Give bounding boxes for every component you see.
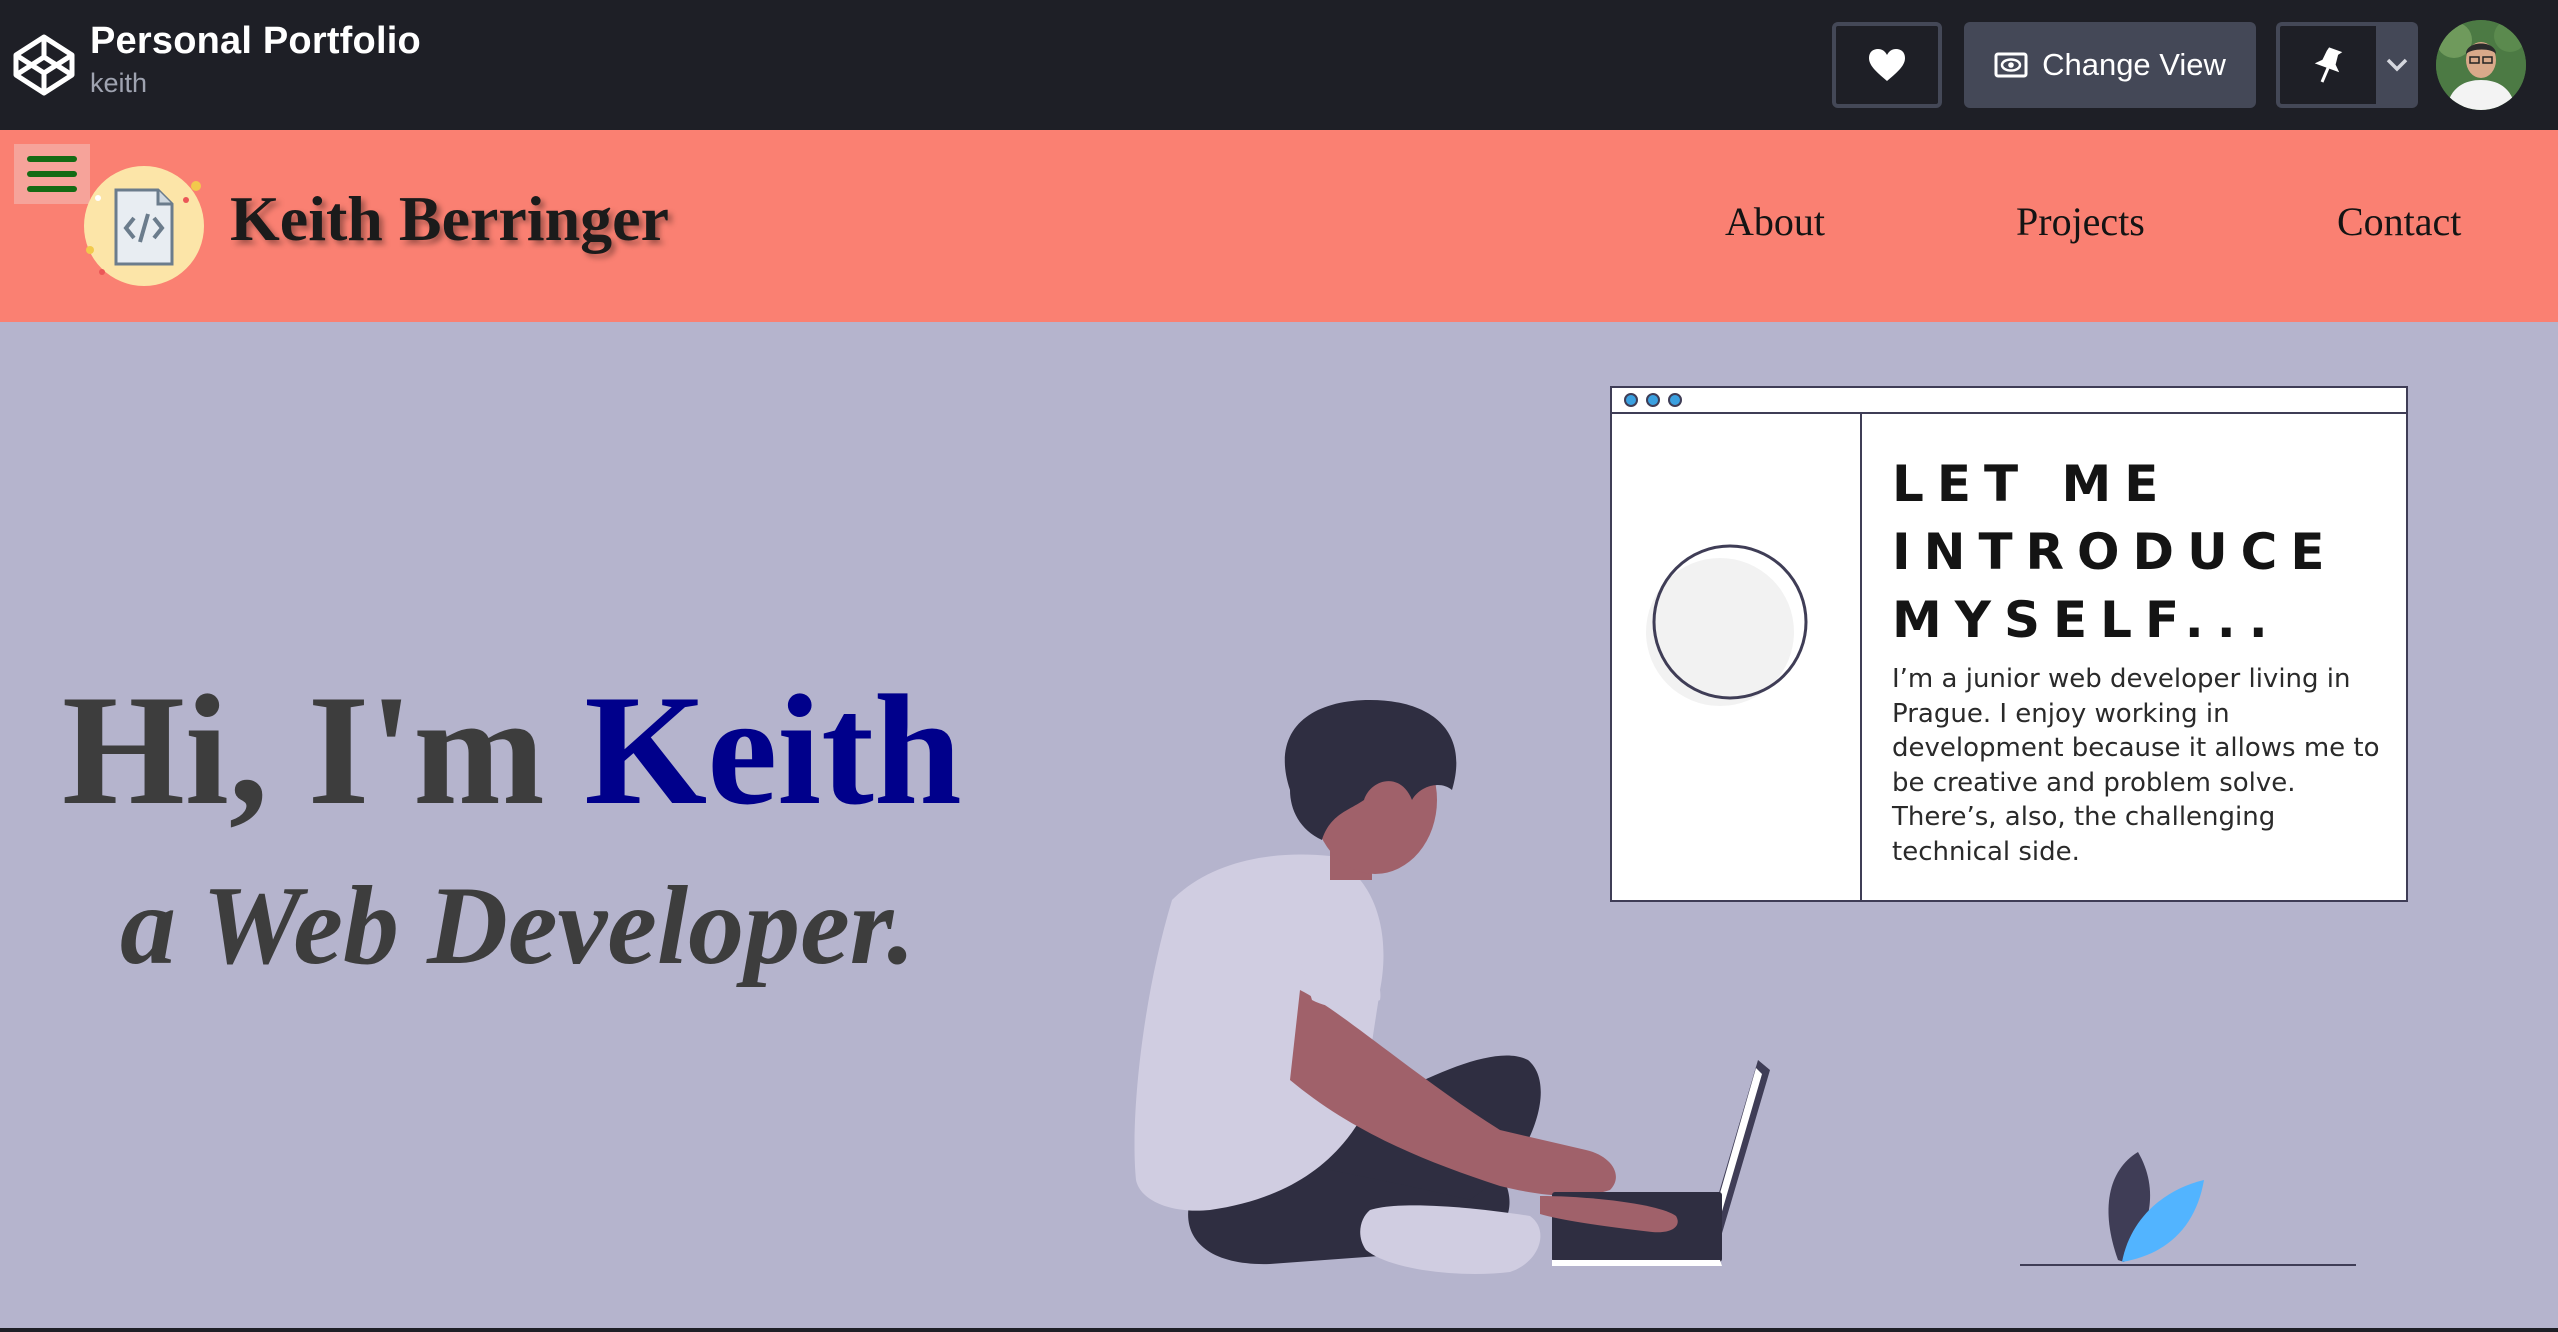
nav-about[interactable]: About [1725, 198, 1825, 245]
card-heading: LET ME INTRODUCE MYSELF... [1892, 455, 2338, 649]
eye-icon [1994, 52, 2028, 78]
window-dot-icon [1646, 393, 1660, 407]
hero-name: Keith [584, 663, 962, 838]
intro-card: LET ME INTRODUCE MYSELF... I’m a junior … [1610, 386, 2408, 902]
hero-subtitle: a Web Developer. [120, 864, 916, 988]
window-dot-icon [1624, 393, 1638, 407]
change-view-button[interactable]: Change View [1964, 22, 2256, 108]
card-divider [1860, 414, 1862, 902]
pen-author[interactable]: keith [90, 68, 147, 99]
code-file-logo-icon[interactable] [72, 154, 212, 290]
avatar-photo [2436, 20, 2526, 110]
bottom-edge [0, 1328, 2558, 1332]
pin-button[interactable] [2276, 22, 2376, 108]
site-name[interactable]: Keith Berringer [230, 182, 669, 256]
site-header: Keith Berringer About Projects Contact [0, 130, 2558, 322]
card-text: I’m a junior web developer living in Pra… [1892, 664, 2380, 867]
card-window-bar [1612, 388, 2406, 414]
hero-greeting-text: Hi, I'm [62, 663, 585, 838]
pin-dropdown-button[interactable] [2376, 22, 2418, 108]
codepen-topbar: Personal Portfolio keith Change View [0, 0, 2558, 130]
profile-placeholder-icon [1646, 544, 1808, 706]
nav-contact[interactable]: Contact [2337, 198, 2461, 245]
window-dot-icon [1668, 393, 1682, 407]
user-avatar[interactable] [2436, 20, 2526, 110]
pen-title: Personal Portfolio [90, 20, 421, 62]
heart-icon [1869, 49, 1905, 81]
pin-icon [2314, 47, 2343, 83]
hero-greeting: Hi, I'm Keith [62, 672, 962, 830]
love-button[interactable] [1832, 22, 1942, 108]
codepen-logo-icon[interactable] [12, 33, 76, 97]
change-view-label: Change View [2042, 47, 2226, 82]
chevron-down-icon [2386, 58, 2408, 72]
nav-projects[interactable]: Projects [2016, 198, 2145, 245]
